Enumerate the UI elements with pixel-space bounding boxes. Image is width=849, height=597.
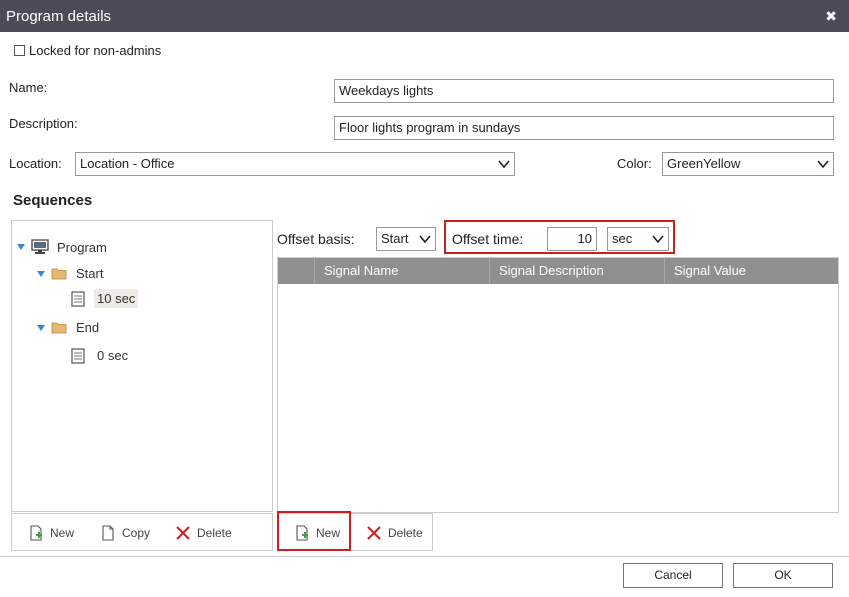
tree-label-program: Program	[57, 239, 107, 255]
close-icon[interactable]: ✖	[825, 8, 837, 25]
signal-grid-header: Signal Name Signal Description Signal Va…	[278, 258, 838, 284]
description-input[interactable]: Floor lights program in sundays	[334, 116, 834, 140]
expand-arrow-icon[interactable]	[37, 324, 45, 331]
sequence-tree: Program Start 10 sec End 0 sec	[11, 220, 273, 512]
delete-x-icon	[176, 526, 190, 540]
color-select[interactable]: GreenYellow	[662, 152, 834, 176]
expand-arrow-icon[interactable]	[37, 270, 45, 277]
offset-basis-select[interactable]: Start	[376, 227, 436, 251]
location-select[interactable]: Location - Office	[75, 152, 515, 176]
tree-label-end: End	[76, 320, 100, 335]
chevron-down-icon	[817, 160, 829, 169]
cancel-button[interactable]: Cancel	[623, 563, 723, 588]
tree-item-end[interactable]: End	[37, 320, 99, 335]
delete-x-icon	[367, 526, 381, 540]
signal-new-highlight	[277, 511, 351, 551]
folder-icon	[51, 322, 67, 334]
copy-icon	[102, 525, 114, 541]
dialog-titlebar: Program details ✖	[0, 0, 849, 32]
tree-label-10-sec: 10 sec	[94, 289, 139, 308]
footer-divider	[0, 556, 849, 557]
chevron-down-icon	[498, 160, 510, 169]
sequence-new-label: New	[50, 526, 75, 540]
signal-grid: Signal Name Signal Description Signal Va…	[277, 257, 839, 513]
dialog-title: Program details	[6, 8, 112, 25]
ok-button[interactable]: OK	[733, 563, 833, 588]
name-input[interactable]: Weekdays lights	[334, 79, 834, 103]
offset-basis-value: Start	[381, 231, 409, 246]
signal-delete-label: Delete	[388, 526, 423, 540]
name-label: Name:	[9, 80, 48, 95]
sequence-delete-button[interactable]: Delete	[175, 525, 232, 541]
location-label: Location:	[9, 156, 62, 171]
description-label: Description:	[9, 116, 78, 131]
sequence-copy-button[interactable]: Copy	[100, 525, 150, 541]
sequence-new-button[interactable]: New	[28, 525, 74, 541]
tree-item-program[interactable]: Program	[17, 239, 107, 255]
computer-icon	[31, 239, 49, 254]
chevron-down-icon	[419, 235, 431, 244]
offset-time-label: Offset time:	[452, 231, 524, 247]
document-icon	[71, 347, 85, 364]
tree-item-0-sec[interactable]: 0 sec	[70, 346, 131, 365]
folder-icon	[51, 268, 67, 280]
column-header-signal-value[interactable]: Signal Value	[664, 258, 838, 284]
chevron-down-icon	[652, 235, 664, 244]
tree-label-0-sec: 0 sec	[97, 348, 129, 363]
color-value: GreenYellow	[667, 156, 741, 171]
offset-unit-select[interactable]: sec	[607, 227, 669, 251]
offset-time-input[interactable]: 10	[547, 227, 597, 251]
location-value: Location - Office	[80, 156, 175, 171]
color-label: Color:	[617, 156, 652, 171]
expand-arrow-icon[interactable]	[17, 244, 25, 250]
sequence-toolbar: New Copy Delete	[11, 513, 273, 551]
locked-label: Locked for non-admins	[29, 43, 162, 58]
column-header-signal-name[interactable]: Signal Name	[314, 258, 489, 284]
offset-unit-value: sec	[612, 231, 633, 246]
tree-item-start[interactable]: Start	[37, 266, 103, 281]
locked-checkbox[interactable]	[14, 45, 25, 56]
column-header-signal-description[interactable]: Signal Description	[489, 258, 664, 284]
sequence-delete-label: Delete	[197, 526, 232, 540]
sequences-title: Sequences	[13, 192, 93, 209]
document-icon	[71, 290, 85, 307]
tree-item-10-sec[interactable]: 10 sec	[70, 289, 139, 308]
offset-basis-label: Offset basis:	[277, 231, 355, 247]
tree-label-start: Start	[76, 266, 104, 281]
new-document-icon	[30, 525, 42, 541]
sequence-copy-label: Copy	[122, 526, 151, 540]
signal-delete-button[interactable]: Delete	[366, 525, 423, 541]
